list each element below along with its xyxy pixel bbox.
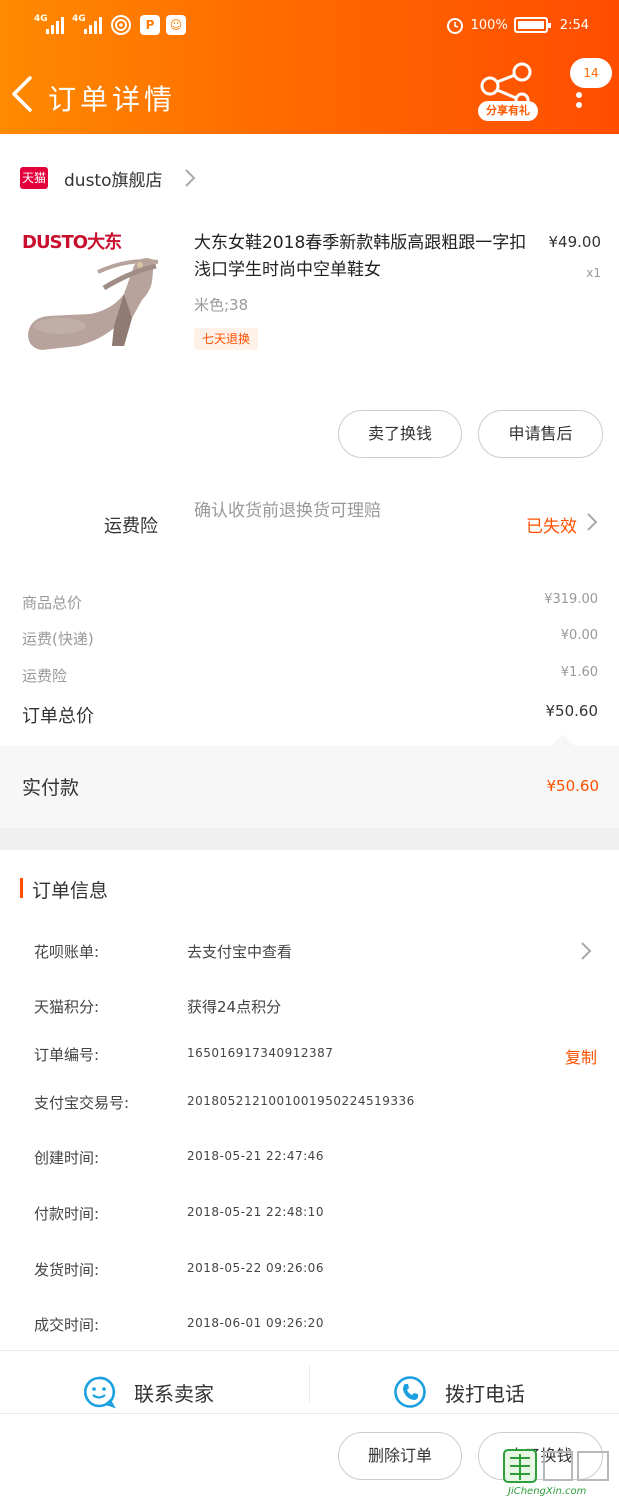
more-menu-button[interactable]: 14 [570,56,614,116]
summary-label: 运费险 [22,667,68,685]
info-value: 2018-05-21 22:47:46 [187,1149,324,1163]
status-bar: 4G 4G P ☺ 100% 2:54 [0,0,619,52]
insurance-description: 确认收货前退换货可理赔 [194,501,381,521]
phone-icon [394,1376,426,1408]
clock: 2:54 [559,17,589,33]
signal-icon-2 [84,16,106,34]
more-dot-icon [576,92,582,98]
chevron-right-icon [184,169,195,187]
call-phone-label: 拨打电话 [445,1381,525,1406]
summary-value: ¥0.00 [560,628,598,643]
summary-row-insurance: 运费险 ¥1.60 [22,665,598,686]
info-key: 创建时间: [34,1149,100,1167]
tmall-logo-icon: 天猫 [20,167,48,189]
summary-value: ¥1.60 [560,665,598,680]
after-sales-button[interactable]: 申请售后 [478,410,603,458]
page-title: 订单详情 [48,83,177,116]
info-value: 获得24点积分 [187,998,282,1016]
paid-label: 实付款 [22,777,80,799]
info-key: 发货时间: [34,1261,100,1279]
info-key: 天猫积分: [34,998,100,1016]
more-dot-icon [576,102,582,108]
resell-button[interactable]: 卖了换钱 [338,410,462,458]
return-policy-tag: 七天退换 [194,328,259,350]
paid-section [0,746,619,828]
info-value: 2018-06-01 09:26:20 [187,1316,324,1330]
product-title[interactable]: 大东女鞋2018春季新款韩版高跟粗跟一字扣浅口学生时尚中空单鞋女 [194,230,534,284]
info-key: 成交时间: [34,1316,100,1334]
insurance-status[interactable]: 已失效 [526,512,577,537]
info-value: 2018-05-22 09:26:06 [187,1261,324,1275]
watermark-text: JiChengXin.com [508,1486,587,1497]
insurance-label: 运费险 [104,516,158,537]
battery-percent: 100% [470,17,508,33]
app-notification-icon: ☺ [166,15,186,35]
order-total-row: 订单总价 ¥50.60 [22,702,598,728]
info-key: 订单编号: [34,1046,100,1064]
message-count-badge: 14 [570,58,612,88]
contact-divider [309,1366,310,1402]
chevron-right-icon[interactable] [579,940,593,962]
chat-bubble-icon [83,1376,116,1409]
product-quantity: x1 [586,266,601,280]
parking-icon: P [140,15,160,35]
info-key: 支付宝交易号: [34,1094,130,1112]
section-accent-bar [20,878,23,898]
summary-label: 运费(快递) [22,630,94,648]
info-key: 付款时间: [34,1205,100,1223]
status-right: 100% 2:54 [445,15,589,35]
summary-row-goods: 商品总价 ¥319.00 [22,592,598,613]
order-total-value: ¥50.60 [545,702,599,720]
paid-value: ¥50.60 [546,777,600,795]
section-divider [0,828,619,850]
summary-label: 商品总价 [22,594,83,612]
copy-button[interactable]: 复制 [565,1044,597,1068]
info-value: 2018052121001001950224519336 [187,1094,415,1108]
store-row[interactable]: 天猫 dusto旗舰店 [20,160,619,196]
info-value: 去支付宝中查看 [187,943,293,961]
info-value: 2018-05-21 22:48:10 [187,1205,324,1219]
product-price: ¥49.00 [548,233,602,251]
battery-icon [513,17,551,33]
product-sku: 米色;38 [194,296,249,314]
brand-logo: DUSTO大东 [22,232,122,253]
summary-value: ¥319.00 [544,592,598,607]
alarm-icon [446,18,463,34]
info-value: 165016917340912387 [187,1046,334,1060]
delete-order-button[interactable]: 删除订单 [338,1432,462,1480]
back-arrow-icon[interactable] [8,74,38,114]
summary-row-shipping: 运费(快递) ¥0.00 [22,628,598,649]
chevron-right-icon[interactable] [585,511,599,533]
contact-seller-label: 联系卖家 [134,1381,214,1406]
share-reward-label[interactable]: 分享有礼 [478,101,538,121]
header-bar: 4G 4G P ☺ 100% 2:54 订单详情 分享有礼 14 [0,0,619,134]
paid-pointer [551,734,575,746]
order-total-label: 订单总价 [22,706,94,727]
signal-icon [46,16,68,34]
contact-seller-button[interactable]: 联系卖家 [82,1372,214,1412]
wifi-icon [111,15,131,35]
info-key: 花呗账单: [34,943,100,961]
call-phone-button[interactable]: 拨打电话 [393,1372,525,1412]
order-info-title: 订单信息 [32,880,109,902]
store-name: dusto旗舰店 [64,170,163,191]
